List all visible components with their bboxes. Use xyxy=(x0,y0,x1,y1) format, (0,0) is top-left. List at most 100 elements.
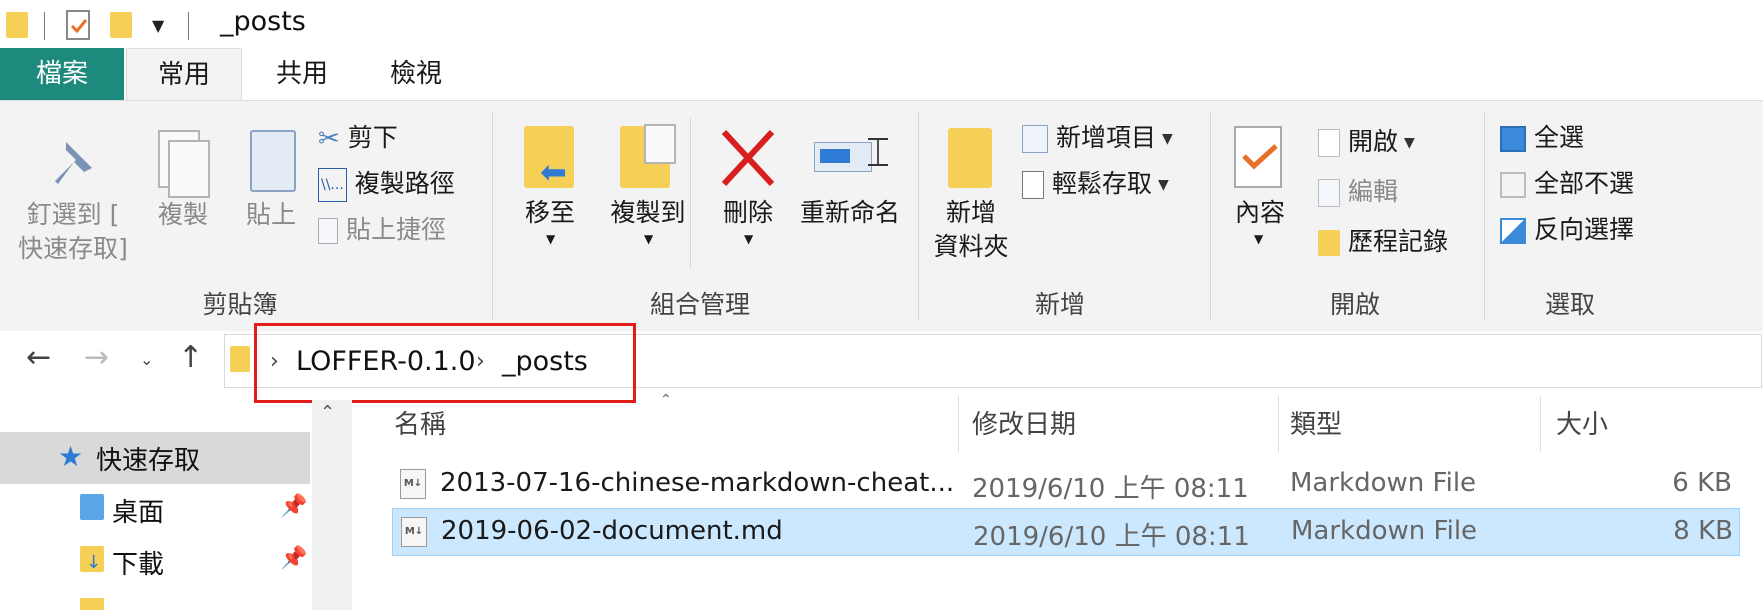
move-to-button[interactable]: ⬅ 移至 ▼ xyxy=(510,122,590,262)
file-name: 2013-07-16-chinese-markdown-cheat... xyxy=(440,468,955,498)
select-all-label: 全選 xyxy=(1534,123,1585,152)
select-group-label: 選取 xyxy=(1544,290,1595,319)
pin-icon[interactable]: 📌 xyxy=(280,546,307,571)
history-icon xyxy=(1318,230,1340,256)
open-button[interactable]: 開啟 ▼ xyxy=(1318,126,1415,159)
delete-button[interactable]: 刪除 ▼ xyxy=(708,122,788,262)
pin-icon[interactable]: 📌 xyxy=(280,494,307,519)
new-item-button[interactable]: 新增項目 ▼ xyxy=(1022,122,1173,155)
select-none-button[interactable]: 全部不選 xyxy=(1500,168,1634,200)
pin-label-line1: 釘選到 [ xyxy=(26,200,120,229)
forward-arrow-icon[interactable]: → xyxy=(84,340,109,375)
select-all-button[interactable]: 全選 xyxy=(1500,122,1584,154)
up-arrow-icon[interactable]: ↑ xyxy=(178,340,203,375)
new-item-label: 新增項目 xyxy=(1056,123,1157,152)
edit-button[interactable]: 編輯 xyxy=(1318,176,1398,208)
customize-toolbar-icon[interactable]: ▼ xyxy=(152,16,164,35)
copy-icon-back xyxy=(168,140,210,198)
invert-selection-label: 反向選擇 xyxy=(1534,215,1635,244)
history-label: 歷程記錄 xyxy=(1348,227,1449,256)
rename-button[interactable]: ⌶ 重新命名 xyxy=(790,122,910,232)
rename-icon-fill xyxy=(820,149,850,163)
nav-item-desktop[interactable]: 桌面 xyxy=(112,492,164,529)
organize-group-label: 組合管理 xyxy=(649,290,750,319)
copy-button[interactable]: 複製 xyxy=(148,126,218,236)
paste-shortcut-label: 貼上捷徑 xyxy=(346,215,447,244)
new-group-label: 新增 xyxy=(1034,290,1085,319)
new-folder-icon xyxy=(948,128,992,188)
nav-scrollbar[interactable] xyxy=(312,400,352,610)
toolbar-separator xyxy=(188,12,189,40)
folder-icon xyxy=(80,598,104,610)
group-separator xyxy=(1484,112,1485,320)
paste-shortcut-icon xyxy=(318,218,338,244)
markdown-file-icon: M↓ xyxy=(401,517,427,547)
copy-to-button[interactable]: 複製到 ▼ xyxy=(598,122,698,262)
easy-access-label: 輕鬆存取 xyxy=(1052,169,1153,198)
new-folder-button[interactable]: 新增 資料夾 xyxy=(926,122,1016,272)
file-size: 8 KB xyxy=(1673,516,1733,546)
tab-view[interactable]: 檢視 xyxy=(376,48,456,100)
file-row-selected[interactable]: M↓ 2019-06-02-document.md 2019/6/10 上午 0… xyxy=(392,508,1740,556)
doc-icon xyxy=(644,124,676,164)
column-separator[interactable] xyxy=(1278,396,1279,452)
select-none-label: 全部不選 xyxy=(1534,169,1635,198)
toolbar-separator xyxy=(44,12,45,40)
column-separator[interactable] xyxy=(958,396,959,452)
open-doc-icon xyxy=(1318,129,1340,157)
column-separator[interactable] xyxy=(1540,396,1541,452)
scroll-up-icon[interactable]: ⌃ xyxy=(320,402,335,423)
easy-access-button[interactable]: 輕鬆存取 ▼ xyxy=(1022,168,1169,201)
new-folder-quick-icon[interactable] xyxy=(110,12,132,38)
copy-path-button[interactable]: \\... 複製路徑 xyxy=(318,168,455,202)
paste-shortcut-button[interactable]: 貼上捷徑 xyxy=(318,214,446,246)
copy-path-icon: \\... xyxy=(318,168,347,202)
address-folder-icon xyxy=(230,346,250,372)
properties-quick-icon[interactable] xyxy=(66,10,90,40)
tab-home[interactable]: 常用 xyxy=(126,48,242,102)
new-folder-label-line2: 資料夾 xyxy=(933,232,1009,261)
cut-button[interactable]: ✂ 剪下 xyxy=(318,122,398,155)
edit-icon xyxy=(1318,179,1340,207)
easy-access-icon xyxy=(1022,171,1044,199)
download-arrow-icon: ↓ xyxy=(86,552,102,573)
chevron-down-icon: ▼ xyxy=(1404,135,1415,151)
properties-label: 內容 xyxy=(1234,198,1285,227)
properties-button[interactable]: 內容 ▼ xyxy=(1220,122,1300,262)
pin-quick-access-button[interactable]: 釘選到 [ 快速存取] xyxy=(8,126,138,276)
chevron-down-icon: ▼ xyxy=(1162,131,1173,147)
move-to-label: 移至 xyxy=(524,198,575,227)
file-row[interactable]: M↓ 2013-07-16-chinese-markdown-cheat... … xyxy=(392,460,1740,508)
recent-locations-chevron-icon[interactable]: ⌄ xyxy=(140,350,153,369)
column-header-modified[interactable]: 修改日期 xyxy=(972,404,1076,441)
nav-quick-access-label: 快速存取 xyxy=(96,446,201,476)
group-separator xyxy=(492,112,493,320)
chevron-down-icon: ▼ xyxy=(546,232,556,246)
column-header-type[interactable]: 類型 xyxy=(1290,404,1342,441)
markdown-file-icon: M↓ xyxy=(400,469,426,499)
invert-selection-icon xyxy=(1500,218,1526,244)
nav-item-downloads[interactable]: 下載 xyxy=(112,544,164,581)
edit-label: 編輯 xyxy=(1348,177,1399,206)
sort-ascending-icon: ⌃ xyxy=(660,392,672,408)
paste-label: 貼上 xyxy=(245,200,296,229)
invert-selection-button[interactable]: 反向選擇 xyxy=(1500,214,1634,246)
chevron-down-icon: ▼ xyxy=(644,232,654,246)
paste-button[interactable]: 貼上 xyxy=(236,126,306,236)
desktop-folder-icon xyxy=(80,494,104,520)
column-header-size[interactable]: 大小 xyxy=(1556,404,1608,441)
select-none-icon xyxy=(1500,172,1526,198)
chevron-down-icon: ▼ xyxy=(744,232,754,246)
delete-label: 刪除 xyxy=(722,198,773,227)
tab-file[interactable]: 檔案 xyxy=(0,48,124,100)
window-title: _posts xyxy=(220,6,306,37)
chevron-down-icon: ▼ xyxy=(1158,177,1169,193)
tab-share[interactable]: 共用 xyxy=(262,48,342,100)
history-button[interactable]: 歷程記錄 xyxy=(1318,226,1448,258)
select-all-icon xyxy=(1500,126,1526,152)
back-arrow-icon[interactable]: ← xyxy=(26,340,51,375)
new-folder-label-line1: 新增 xyxy=(945,198,996,227)
copy-path-label: 複製路徑 xyxy=(354,169,455,198)
column-header-name[interactable]: 名稱 xyxy=(394,404,446,441)
file-size: 6 KB xyxy=(1672,468,1732,498)
